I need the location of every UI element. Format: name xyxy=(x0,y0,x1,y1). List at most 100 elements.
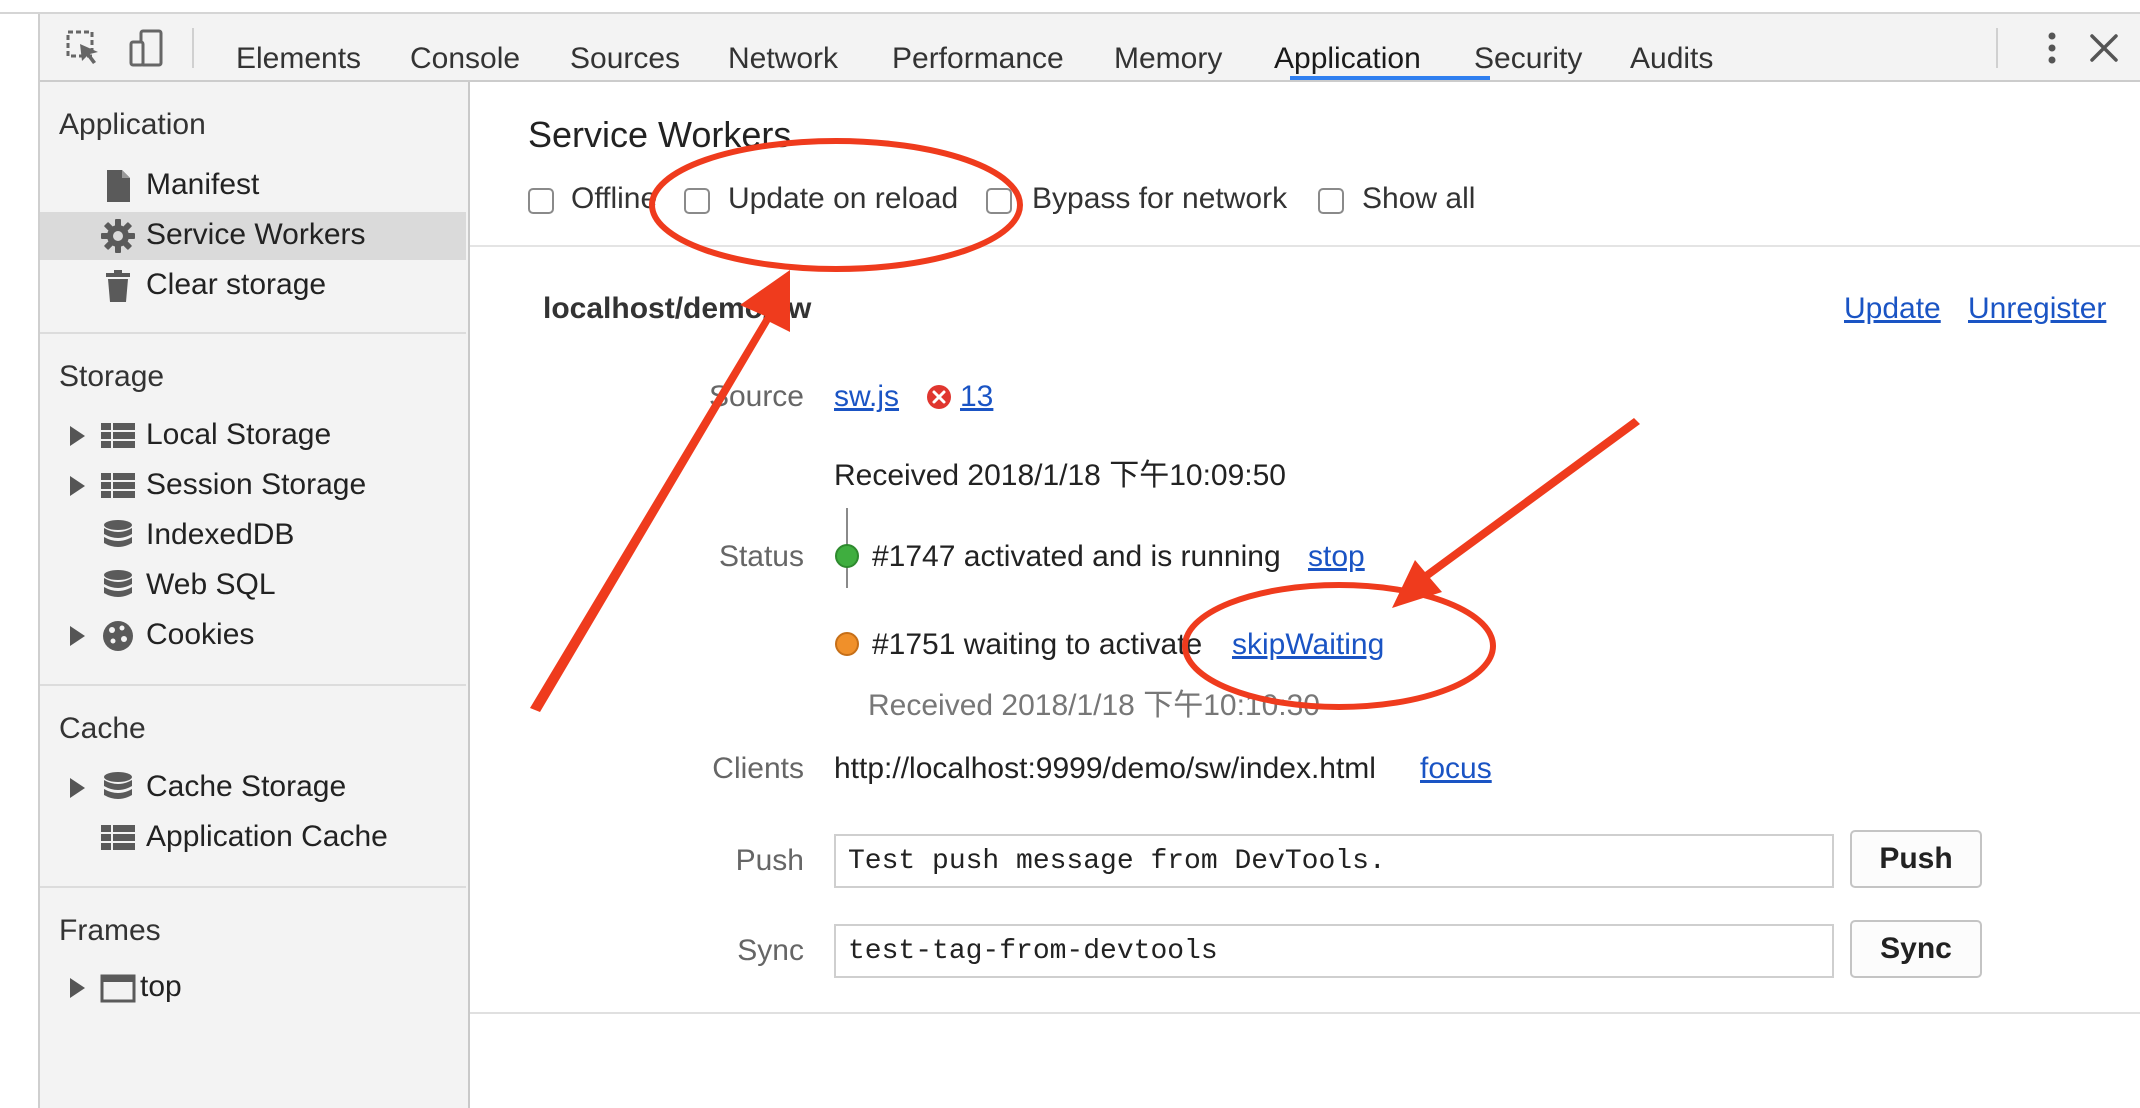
expand-arrow-icon[interactable] xyxy=(70,778,85,798)
table-icon xyxy=(101,423,135,448)
error-count-link[interactable]: 13 xyxy=(960,380,993,414)
browser-edge xyxy=(0,0,40,1108)
sync-button[interactable]: Sync xyxy=(1850,920,1982,978)
source-file-link[interactable]: sw.js xyxy=(834,380,899,414)
table-icon xyxy=(101,473,135,498)
sidebar-item-label: top xyxy=(140,970,182,1003)
toolbar-separator xyxy=(1996,28,1998,68)
show-all-label: Show all xyxy=(1362,182,1476,215)
sidebar-section-frames: Frames xyxy=(59,914,161,947)
service-worker-scope: localhost/demo/sw xyxy=(543,292,812,325)
tab-memory[interactable]: Memory xyxy=(1112,28,1224,80)
frame-icon xyxy=(100,974,136,1003)
cookie-icon xyxy=(103,621,133,651)
sidebar-item-application-cache[interactable]: Application Cache xyxy=(40,814,466,862)
waiting-status-dot xyxy=(835,632,859,656)
sidebar-divider xyxy=(40,886,466,888)
trash-icon xyxy=(106,270,130,302)
focus-link[interactable]: focus xyxy=(1420,752,1492,786)
update-on-reload-label: Update on reload xyxy=(728,182,959,215)
sync-label: Sync xyxy=(737,934,804,967)
sidebar-item-service-workers[interactable]: Service Workers xyxy=(40,212,466,260)
sidebar-section-cache: Cache xyxy=(59,712,146,745)
update-link[interactable]: Update xyxy=(1844,292,1941,326)
expand-arrow-icon[interactable] xyxy=(70,426,85,446)
more-options-icon[interactable] xyxy=(2032,28,2072,68)
inspect-element-icon[interactable] xyxy=(64,28,104,68)
offline-checkbox[interactable] xyxy=(528,188,554,214)
sidebar-item-label: Manifest xyxy=(146,168,260,201)
waiting-received-timestamp: Received 2018/1/18 下午10:10:30 xyxy=(868,689,1320,722)
sidebar-item-label: Local Storage xyxy=(146,418,332,451)
source-label: Source xyxy=(708,380,804,413)
sidebar-item-web-sql[interactable]: Web SQL xyxy=(40,562,466,610)
sidebar-divider xyxy=(40,332,466,334)
sidebar-item-session-storage[interactable]: Session Storage xyxy=(40,462,466,510)
tab-sources[interactable]: Sources xyxy=(568,28,682,80)
file-icon xyxy=(107,170,130,202)
sidebar-item-cookies[interactable]: Cookies xyxy=(40,612,466,660)
active-tab-indicator xyxy=(1290,76,1490,80)
browser-top-strip xyxy=(0,0,2140,14)
toolbar-separator xyxy=(192,28,194,68)
tab-application[interactable]: Application xyxy=(1272,28,1423,80)
expand-arrow-icon[interactable] xyxy=(70,626,85,646)
expand-arrow-icon[interactable] xyxy=(70,978,85,998)
sync-tag-input[interactable]: test-tag-from-devtools xyxy=(834,924,1834,978)
sidebar-item-local-storage[interactable]: Local Storage xyxy=(40,412,466,460)
tab-audits[interactable]: Audits xyxy=(1628,28,1715,80)
sidebar-section-storage: Storage xyxy=(59,360,165,393)
device-toolbar-icon[interactable] xyxy=(126,28,166,68)
skip-waiting-link[interactable]: skipWaiting xyxy=(1232,628,1384,662)
sidebar-divider xyxy=(40,684,466,686)
bypass-for-network-label: Bypass for network xyxy=(1032,182,1288,215)
sidebar: Application Manifest Service Workers Cle… xyxy=(40,82,470,1108)
expand-arrow-icon[interactable] xyxy=(70,476,85,496)
unregister-link[interactable]: Unregister xyxy=(1968,292,2106,326)
sidebar-item-label: Application Cache xyxy=(146,820,388,853)
status-active: #1747 activated and is running xyxy=(872,540,1281,573)
table-icon xyxy=(101,825,135,850)
push-label: Push xyxy=(735,844,804,877)
update-on-reload-checkbox[interactable] xyxy=(684,188,710,214)
client-url: http://localhost:9999/demo/sw/index.html xyxy=(834,752,1376,785)
show-all-checkbox[interactable] xyxy=(1318,188,1344,214)
database-icon xyxy=(104,772,132,799)
bypass-for-network-checkbox[interactable] xyxy=(986,188,1012,214)
tab-performance[interactable]: Performance xyxy=(890,28,1066,80)
sidebar-item-label: Session Storage xyxy=(146,468,367,501)
service-workers-panel: Service Workers Offline Update on reload… xyxy=(470,82,2140,1108)
sidebar-item-indexeddb[interactable]: IndexedDB xyxy=(40,512,466,560)
status-waiting: #1751 waiting to activate xyxy=(872,628,1203,661)
close-icon[interactable] xyxy=(2084,28,2124,68)
status-label: Status xyxy=(718,540,804,573)
sidebar-item-label: Cookies xyxy=(146,618,255,651)
push-button[interactable]: Push xyxy=(1850,830,1982,888)
database-icon xyxy=(104,520,132,547)
gear-icon xyxy=(101,219,135,253)
tab-network[interactable]: Network xyxy=(726,28,840,80)
header-divider xyxy=(470,245,2140,247)
sidebar-item-label: Service Workers xyxy=(146,218,366,251)
tab-elements[interactable]: Elements xyxy=(234,28,363,80)
section-divider xyxy=(470,1012,2140,1014)
sidebar-item-clear-storage[interactable]: Clear storage xyxy=(40,262,466,310)
clients-label: Clients xyxy=(712,752,804,785)
sidebar-item-manifest[interactable]: Manifest xyxy=(40,162,466,210)
tab-security[interactable]: Security xyxy=(1472,28,1584,80)
error-icon xyxy=(927,385,951,409)
sidebar-item-frame-top[interactable]: top xyxy=(40,964,466,1012)
database-icon xyxy=(104,570,132,597)
stop-link[interactable]: stop xyxy=(1308,540,1365,574)
push-message-input[interactable]: Test push message from DevTools. xyxy=(834,834,1834,888)
sidebar-item-label: Web SQL xyxy=(146,568,276,601)
sidebar-section-application: Application xyxy=(59,108,206,141)
sidebar-item-cache-storage[interactable]: Cache Storage xyxy=(40,764,466,812)
sidebar-item-label: Cache Storage xyxy=(146,770,347,803)
sidebar-item-label: Clear storage xyxy=(146,268,327,301)
sidebar-item-label: IndexedDB xyxy=(146,518,295,551)
received-timestamp: Received 2018/1/18 下午10:09:50 xyxy=(834,459,1286,492)
devtools-toolbar: Elements Console Sources Network Perform… xyxy=(40,14,2140,82)
running-status-dot xyxy=(835,544,859,568)
tab-console[interactable]: Console xyxy=(408,28,522,80)
